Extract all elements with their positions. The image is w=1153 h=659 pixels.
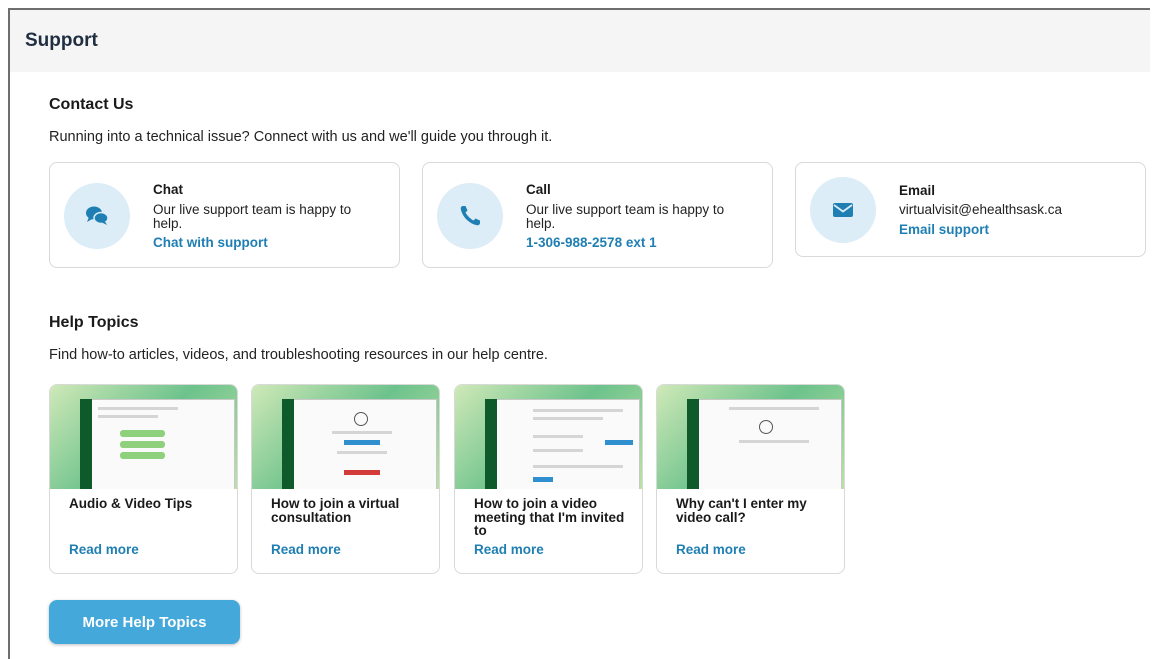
more-help-topics-button[interactable]: More Help Topics xyxy=(49,600,240,644)
call-card: Call Our live support team is happy to h… xyxy=(422,162,773,268)
help-card-title: Audio & Video Tips xyxy=(69,496,193,511)
chat-title: Chat xyxy=(153,182,183,197)
help-card-title: How to join a virtual consultation xyxy=(271,496,400,525)
call-title: Call xyxy=(526,182,551,197)
help-card-join-meeting[interactable]: How to join a video meeting that I'm inv… xyxy=(454,384,643,574)
chat-text: Our live support team is happy to help. xyxy=(153,202,352,231)
chat-card: Chat Our live support team is happy to h… xyxy=(49,162,400,268)
help-card-title: How to join a video meeting that I'm inv… xyxy=(474,496,625,538)
help-card-title: Why can't I enter my video call? xyxy=(676,496,807,525)
help-card-join-consultation[interactable]: How to join a virtual consultation Read … xyxy=(251,384,440,574)
email-address: virtualvisit@ehealthsask.ca xyxy=(899,202,1063,217)
help-thumbnail xyxy=(252,385,439,489)
phone-number-link[interactable]: 1-306-988-2578 ext 1 xyxy=(526,235,657,250)
read-more-link[interactable]: Read more xyxy=(69,542,139,557)
contact-us-description: Running into a technical issue? Connect … xyxy=(49,129,553,145)
phone-icon xyxy=(437,183,503,249)
contact-us-heading: Contact Us xyxy=(49,96,134,113)
email-card: Email virtualvisit@ehealthsask.ca Email … xyxy=(795,162,1146,257)
help-thumbnail xyxy=(50,385,237,489)
read-more-link[interactable]: Read more xyxy=(474,542,544,557)
email-support-link[interactable]: Email support xyxy=(899,222,989,237)
envelope-icon xyxy=(810,177,876,243)
help-card-cant-enter-call[interactable]: Why can't I enter my video call? Read mo… xyxy=(656,384,845,574)
help-card-audio-video[interactable]: Audio & Video Tips Read more xyxy=(49,384,238,574)
help-topics-heading: Help Topics xyxy=(49,314,139,331)
email-title: Email xyxy=(899,183,936,198)
help-thumbnail xyxy=(657,385,844,489)
page-header: Support xyxy=(10,10,1150,72)
help-topics-description: Find how-to articles, videos, and troubl… xyxy=(49,347,548,363)
support-page: Support Contact Us Running into a techni… xyxy=(8,8,1150,659)
call-text: Our live support team is happy to help. xyxy=(526,202,725,231)
chat-bubbles-icon xyxy=(64,183,130,249)
help-thumbnail xyxy=(455,385,642,489)
page-title: Support xyxy=(25,30,98,51)
read-more-link[interactable]: Read more xyxy=(271,542,341,557)
read-more-link[interactable]: Read more xyxy=(676,542,746,557)
chat-with-support-link[interactable]: Chat with support xyxy=(153,235,268,250)
